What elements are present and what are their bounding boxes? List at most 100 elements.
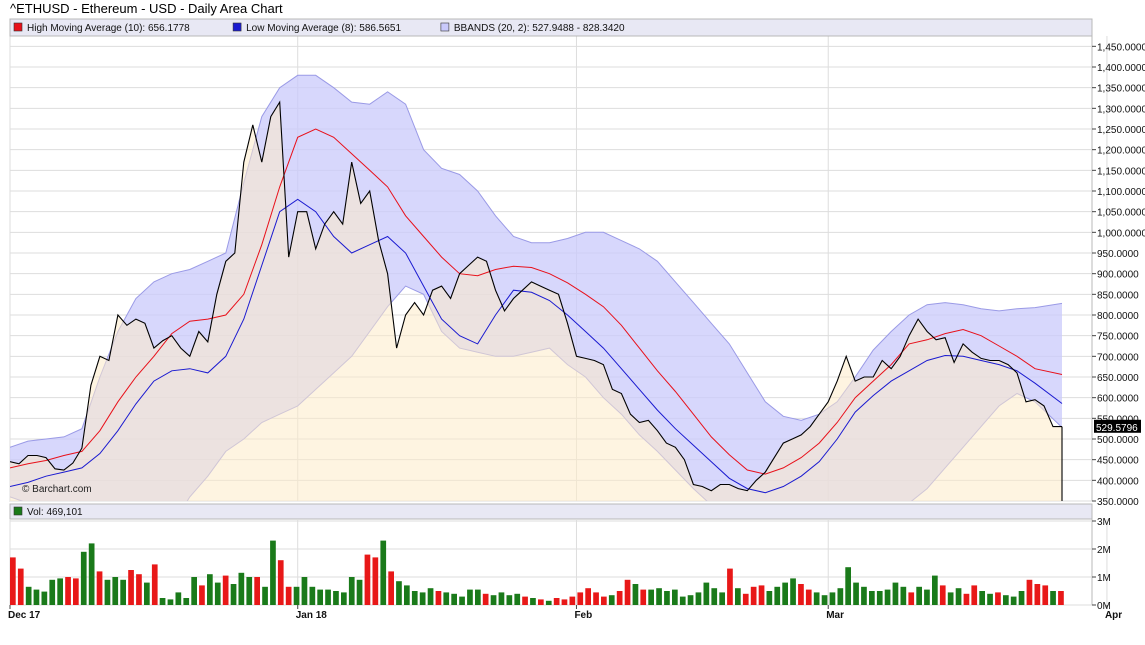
volume-legend-swatch — [13, 506, 23, 516]
y-tick-label: 1,400.0000 — [1097, 63, 1145, 74]
volume-bar — [1034, 584, 1041, 605]
volume-bar — [719, 592, 725, 605]
volume-bar — [939, 585, 946, 605]
volume-bar — [80, 551, 87, 605]
volume-bar — [837, 588, 844, 605]
volume-bar — [254, 577, 260, 605]
volume-bar — [853, 582, 859, 605]
volume-bar — [553, 598, 560, 605]
x-tick-label: Dec 17 — [8, 610, 41, 621]
volume-bar — [861, 586, 867, 605]
x-tick-label: Feb — [574, 610, 592, 621]
volume-bar — [270, 540, 276, 605]
volume-bar — [482, 593, 489, 605]
volume-bar — [10, 557, 16, 605]
y-tick-label: 400.0000 — [1097, 476, 1139, 487]
volume-bar — [1003, 595, 1009, 605]
volume-bar — [144, 582, 150, 605]
volume-bar — [979, 591, 985, 605]
y-tick-label: 650.0000 — [1097, 373, 1139, 384]
volume-y-tick-label: 2M — [1097, 545, 1111, 556]
volume-bar — [285, 586, 292, 605]
legend: High Moving Average (10): 656.1778 Low Mo… — [13, 22, 625, 34]
volume-bar — [25, 586, 32, 605]
volume-bar — [159, 598, 166, 605]
y-tick-label: 950.0000 — [1097, 249, 1139, 260]
volume-bar — [593, 592, 599, 605]
volume-bar — [348, 577, 355, 605]
volume-bar — [585, 588, 591, 605]
legend-label: Low Moving Average (8): 586.5651 — [246, 23, 401, 34]
volume-bar — [388, 571, 394, 605]
volume-bar — [199, 585, 205, 605]
volume-bar — [167, 599, 174, 605]
volume-bar — [427, 588, 434, 605]
y-tick-label: 750.0000 — [1097, 332, 1139, 343]
volume-bar — [924, 589, 930, 605]
volume-bar — [112, 577, 119, 605]
volume-bar — [1058, 591, 1064, 605]
volume-bar — [790, 578, 796, 605]
volume-bar — [750, 586, 757, 605]
chart-area: High Moving Average (10): 656.1778 Low Mo… — [8, 18, 1145, 621]
volume-bar — [813, 592, 820, 605]
volume-bar — [561, 599, 568, 605]
volume-bar — [632, 584, 639, 605]
volume-bar — [317, 589, 323, 605]
y-tick-label: 900.0000 — [1097, 270, 1139, 281]
volume-bar — [963, 593, 970, 605]
volume-bar — [356, 579, 363, 605]
volume-bar — [33, 589, 40, 605]
volume-bar — [411, 591, 418, 605]
volume-bar — [735, 588, 741, 605]
volume-bar — [695, 592, 702, 605]
volume-y-tick-label: 1M — [1097, 573, 1111, 584]
volume-bar — [57, 578, 63, 605]
volume-legend-bar — [9, 503, 1093, 520]
volume-bar — [664, 591, 670, 605]
volume-bar — [821, 595, 828, 605]
y-tick-label: 700.0000 — [1097, 352, 1139, 363]
y-tick-label: 1,250.0000 — [1097, 125, 1145, 136]
legend-swatch — [440, 22, 450, 32]
volume-bar — [104, 579, 111, 605]
volume-bar — [876, 591, 883, 605]
volume-bar — [1042, 585, 1049, 605]
volume-bar — [128, 570, 134, 605]
volume-bar — [758, 585, 765, 605]
volume-bar — [1010, 596, 1017, 605]
volume-bar — [41, 591, 48, 605]
volume-bar — [892, 582, 899, 605]
y-tick-label: 1,100.0000 — [1097, 187, 1145, 198]
volume-bar — [955, 588, 962, 605]
volume-bar — [640, 589, 647, 605]
volume-bar — [869, 591, 875, 605]
volume-bar — [900, 586, 907, 605]
y-tick-label: 1,000.0000 — [1097, 228, 1145, 239]
volume-bar — [514, 593, 521, 605]
volume-bar — [656, 588, 662, 605]
volume-bar — [262, 586, 268, 605]
legend-swatch — [13, 22, 23, 32]
y-tick-label: 1,300.0000 — [1097, 104, 1145, 115]
volume-bar — [530, 598, 536, 605]
volume-bar — [65, 577, 71, 605]
volume-bar — [538, 599, 544, 605]
volume-bar — [687, 595, 694, 605]
volume-y-tick-label: 3M — [1097, 517, 1111, 528]
volume-bar — [884, 589, 891, 605]
legend-label: BBANDS (20, 2): 527.9488 - 828.3420 — [454, 23, 625, 34]
volume-bar — [277, 560, 284, 605]
volume-bar — [120, 579, 126, 605]
volume-bar — [380, 540, 387, 605]
y-tick-label: 500.0000 — [1097, 435, 1139, 446]
volume-bar — [459, 596, 465, 605]
volume-bar — [419, 592, 426, 605]
volume-bar — [711, 588, 718, 605]
volume-bar — [341, 592, 347, 605]
volume-bar — [301, 577, 308, 605]
volume-bar — [475, 589, 481, 605]
y-tick-label: 450.0000 — [1097, 456, 1139, 467]
volume-bar — [17, 568, 24, 605]
volume-bar — [404, 585, 410, 605]
